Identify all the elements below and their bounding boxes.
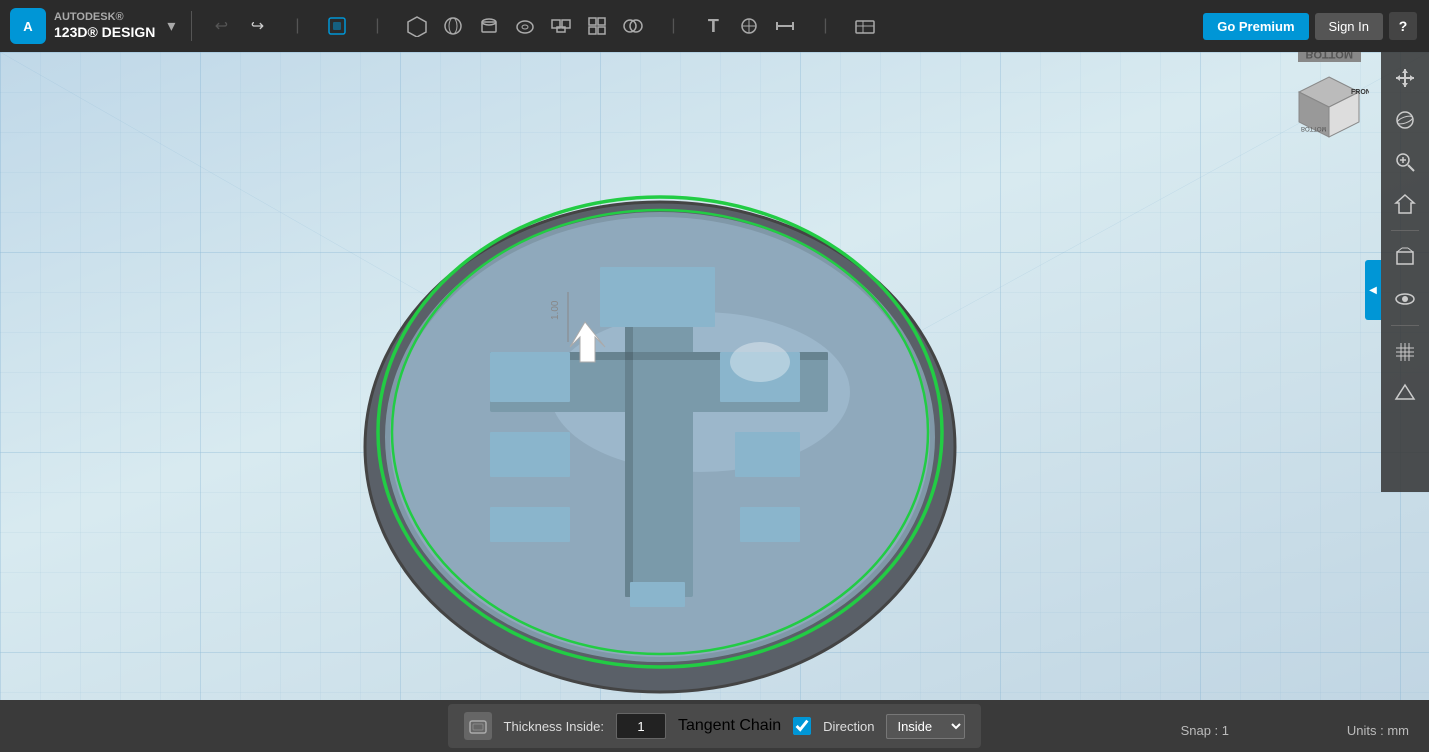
help-button[interactable]: ? [1389, 12, 1417, 40]
divider1: | [280, 9, 314, 43]
text-tool[interactable]: T [696, 9, 730, 43]
bottom-panel: Thickness Inside: Tangent Chain Directio… [0, 700, 1429, 752]
product-name: 123D® DESIGN [54, 24, 155, 41]
brand-name: AUTODESK® [54, 11, 155, 24]
boolean-tool[interactable] [616, 9, 650, 43]
right-divider [1391, 230, 1419, 231]
extra-tools: T [690, 9, 808, 43]
box-tool[interactable] [400, 9, 434, 43]
direction-label: Direction [823, 719, 874, 734]
undo-button[interactable]: ↩ [204, 9, 238, 43]
shell-tool-icon [464, 712, 492, 740]
divider3: | [656, 9, 690, 43]
orientation-cube[interactable]: FRONT BOTTOM [1289, 72, 1369, 152]
transform-tools [314, 9, 360, 43]
svg-text:1.00: 1.00 [550, 300, 561, 320]
grid-button[interactable] [1387, 334, 1423, 370]
tangent-chain-label: Tangent Chain [678, 717, 781, 735]
bottom-tool-bar: Thickness Inside: Tangent Chain Directio… [448, 704, 982, 748]
logo-icon: A [10, 8, 46, 44]
orbit-button[interactable] [1387, 102, 1423, 138]
logo-text: AUTODESK® 123D® DESIGN [54, 11, 155, 41]
orient-bottom-label: BOTTOM [1301, 125, 1327, 131]
right-panel [1381, 52, 1429, 492]
right-divider2 [1391, 325, 1419, 326]
cylinder-tool[interactable] [472, 9, 506, 43]
side-tab[interactable]: ◀ [1365, 260, 1381, 320]
canvas-area[interactable]: 1.00 [0, 52, 1429, 752]
logo-area: A AUTODESK® 123D® DESIGN ▾ [0, 8, 185, 44]
material-btn[interactable] [848, 9, 882, 43]
pan-button[interactable] [1387, 60, 1423, 96]
divider2: | [360, 9, 394, 43]
select-tool[interactable] [320, 9, 354, 43]
material-tool [842, 9, 888, 43]
group-tool[interactable] [544, 9, 578, 43]
visibility-button[interactable] [1387, 281, 1423, 317]
dropdown-icon[interactable]: ▾ [167, 16, 175, 36]
materials-button[interactable] [1387, 376, 1423, 412]
shape-tools [394, 9, 656, 43]
direction-select[interactable]: Inside Outside Both [886, 714, 965, 739]
toolbar-divider [191, 11, 192, 41]
orient-front-label: FRONT [1351, 89, 1369, 96]
torus-tool[interactable] [508, 9, 542, 43]
home-button[interactable] [1387, 186, 1423, 222]
zoom-button[interactable] [1387, 144, 1423, 180]
side-tab-icon: ◀ [1369, 285, 1377, 296]
premium-button[interactable]: Go Premium [1203, 13, 1308, 40]
tangent-chain-checkbox[interactable] [793, 717, 811, 735]
snap-tool[interactable] [732, 9, 766, 43]
divider4: | [808, 9, 842, 43]
signin-button[interactable]: Sign In [1315, 13, 1383, 40]
toolbar: A AUTODESK® 123D® DESIGN ▾ ↩ ↪ | | [0, 0, 1429, 52]
perspective-button[interactable] [1387, 239, 1423, 275]
ungroup-tool[interactable] [580, 9, 614, 43]
measure-tool[interactable] [768, 9, 802, 43]
sphere-tool[interactable] [436, 9, 470, 43]
scene-svg: 1.00 [0, 52, 1429, 752]
undo-redo-group: ↩ ↪ [198, 9, 280, 43]
toolbar-right: Go Premium Sign In ? [1203, 12, 1429, 40]
thickness-label: Thickness Inside: [504, 719, 604, 734]
units-info[interactable]: Units : mm [1347, 723, 1409, 738]
redo-button[interactable]: ↪ [240, 9, 274, 43]
thickness-input[interactable] [616, 713, 666, 739]
snap-info: Snap : 1 [1181, 723, 1229, 738]
